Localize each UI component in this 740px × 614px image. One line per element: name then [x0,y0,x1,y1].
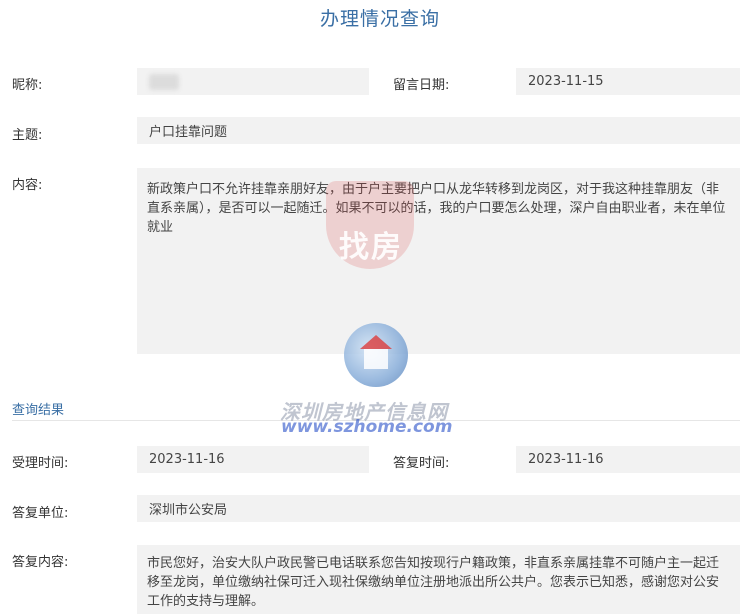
nickname-label: 昵称: [12,78,43,93]
reply-unit-field: 深圳市公安局 [137,495,740,522]
watermark-badge-text: 找房 [339,230,403,265]
watermark-house-roof-icon [360,335,392,349]
reply-content-label: 答复内容: [12,555,69,570]
nickname-field [137,68,369,95]
reply-time-field: 2023-11-16 [516,446,740,473]
leave-date-label: 留言日期: [393,78,450,93]
accept-time-label: 受理时间: [12,456,69,471]
query-result-section-title: 查询结果 [12,403,65,418]
redacted-nickname [149,73,179,90]
content-field: 新政策户口不允许挂靠亲朋好友，由于户主要把户口从龙华转移到龙岗区，对于我这种挂靠… [137,168,740,354]
watermark-site-url: www.szhome.com [281,417,453,437]
topic-label: 主题: [12,128,43,143]
reply-time-label: 答复时间: [393,456,450,471]
reply-content-field: 市民您好，治安大队户政民警已电话联系您告知按现行户籍政策，非直系亲属挂靠不可随户… [137,545,740,614]
leave-date-field: 2023-11-15 [516,68,740,95]
page-title: 办理情况查询 [319,8,440,30]
content-label: 内容: [12,178,43,193]
topic-field: 户口挂靠问题 [137,117,740,144]
watermark-house-body-icon [364,349,388,369]
accept-time-field: 2023-11-16 [137,446,369,473]
reply-unit-label: 答复单位: [12,506,69,521]
